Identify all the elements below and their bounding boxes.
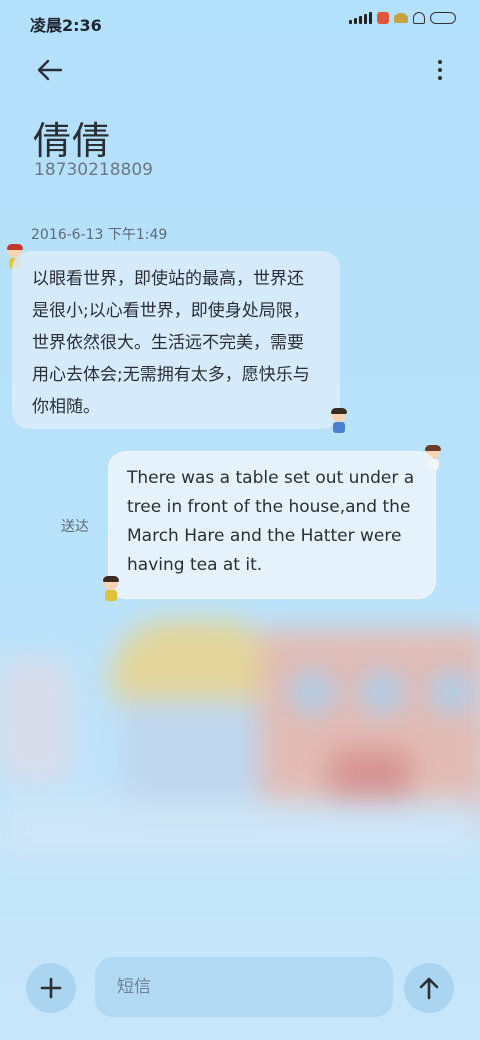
back-button[interactable]	[26, 50, 74, 90]
outgoing-message-text: There was a table set out under a tree i…	[127, 468, 415, 575]
incoming-message-bubble[interactable]: 以眼看世界，即使站的最高，世界还是很小;以心看世界，即使身处局限，世界依然很大。…	[12, 251, 340, 429]
signal-icon	[349, 12, 372, 24]
back-arrow-icon	[37, 59, 63, 81]
plus-icon	[40, 977, 62, 999]
send-arrow-icon	[419, 977, 439, 1000]
background-scene	[0, 560, 480, 860]
status-icons	[349, 12, 456, 24]
status-bar: 凌晨2:36	[0, 0, 480, 44]
more-vertical-icon	[438, 60, 442, 64]
app-notification-icon	[394, 13, 408, 23]
cartoon-kid-sticker-icon	[102, 576, 120, 602]
incoming-message-text: 以眼看世界，即使站的最高，世界还是很小;以心看世界，即使身处局限，世界依然很大。…	[32, 269, 310, 417]
add-attachment-button[interactable]	[26, 963, 76, 1013]
notification-icon	[377, 12, 389, 24]
outgoing-message-bubble[interactable]: There was a table set out under a tree i…	[108, 451, 436, 599]
composer-bar	[0, 955, 480, 1025]
cartoon-boy-sticker-icon	[330, 408, 348, 434]
more-options-button[interactable]	[428, 52, 452, 88]
wifi-icon	[413, 12, 425, 24]
contact-number: 18730218809	[34, 160, 153, 180]
battery-icon	[430, 12, 456, 24]
sent-status-label: 送达	[61, 519, 89, 535]
send-button[interactable]	[404, 963, 454, 1013]
contact-name: 倩倩	[33, 119, 112, 163]
message-input[interactable]	[95, 957, 393, 1017]
message-timestamp: 2016-6-13 下午1:49	[31, 227, 168, 243]
status-time: 凌晨2:36	[30, 16, 102, 35]
